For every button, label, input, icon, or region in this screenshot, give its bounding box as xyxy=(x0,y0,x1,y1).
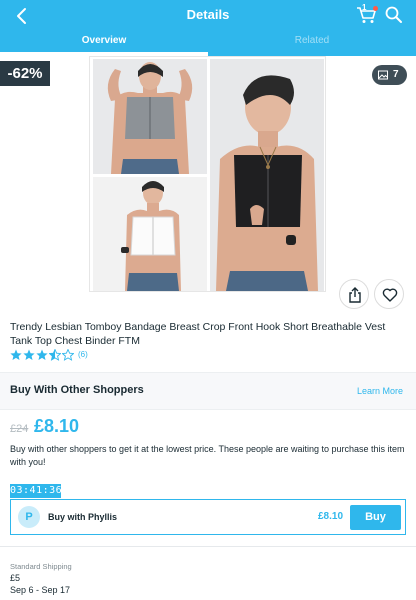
product-image-gallery[interactable] xyxy=(89,56,326,292)
share-button[interactable] xyxy=(339,279,369,309)
cart-notification-dot xyxy=(373,6,378,11)
heart-icon xyxy=(382,288,398,302)
star-icon xyxy=(10,349,22,360)
star-icon xyxy=(36,349,48,360)
wishlist-button[interactable] xyxy=(374,279,404,309)
avatar: P xyxy=(18,506,40,528)
tab-related[interactable]: Related xyxy=(208,30,416,56)
shipping-price: £5 xyxy=(10,573,21,583)
star-icon xyxy=(23,349,35,360)
image-count-badge[interactable]: 7 xyxy=(372,65,407,85)
image-count-label: 7 xyxy=(393,69,399,80)
shipping-label: Standard Shipping xyxy=(10,562,72,571)
share-icon xyxy=(349,287,361,303)
group-buy-row[interactable]: P Buy with Phyllis £8.10 Buy xyxy=(10,499,406,535)
divider xyxy=(0,546,416,547)
star-half-icon xyxy=(49,349,61,361)
cart-count-badge: 1 xyxy=(362,3,367,12)
image-icon xyxy=(378,70,388,80)
original-price: £24 xyxy=(10,423,29,435)
page-title: Details xyxy=(186,7,230,22)
product-photo-gray-binder xyxy=(93,59,207,174)
shipping-dates: Sep 6 - Sep 17 xyxy=(10,585,71,595)
group-buy-title: Buy With Other Shoppers xyxy=(10,384,144,396)
product-name: Trendy Lesbian Tomboy Bandage Breast Cro… xyxy=(10,321,386,347)
row-price: £8.10 xyxy=(318,511,344,522)
discount-badge: -62% xyxy=(0,61,50,86)
star-empty-icon xyxy=(62,349,74,361)
group-buy-description: Buy with other shoppers to get it at the… xyxy=(10,444,405,467)
product-photo-black-binder xyxy=(210,59,324,291)
rating-count[interactable]: (6) xyxy=(78,350,88,359)
product-photo-white-binder xyxy=(93,177,207,291)
learn-more-link[interactable]: Learn More xyxy=(357,386,403,396)
buy-button[interactable]: Buy xyxy=(350,505,401,530)
search-icon[interactable] xyxy=(384,5,404,25)
countdown-timer: 03:41:36 xyxy=(10,484,63,498)
buy-with-label: Buy with Phyllis xyxy=(48,512,118,522)
group-price: £8.10 xyxy=(34,416,80,436)
